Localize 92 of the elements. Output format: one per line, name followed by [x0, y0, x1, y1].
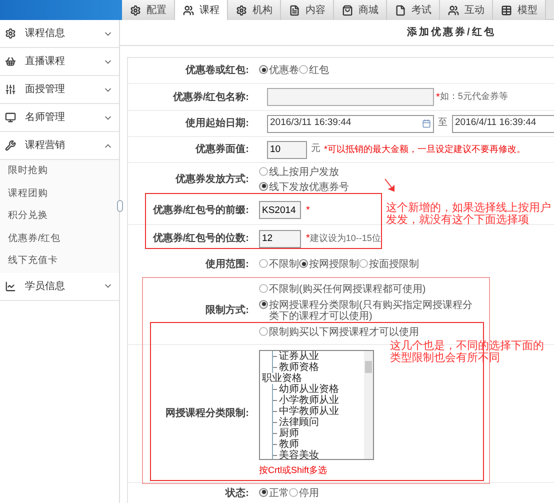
radio-label: 不限制	[269, 259, 299, 270]
radio-button[interactable]	[259, 300, 268, 308]
sidebar-item[interactable]: 线下充值卡	[0, 250, 119, 272]
required-mark: *	[436, 90, 440, 104]
radio-button[interactable]	[299, 65, 308, 74]
required-mark: *	[306, 204, 310, 218]
radio-label: 红包	[309, 65, 329, 76]
radio-button[interactable]	[259, 284, 268, 292]
field-label: 状态:	[226, 486, 249, 500]
calendar-icon	[422, 119, 431, 128]
list-option[interactable]: 法律顾问	[279, 416, 319, 428]
nav-tab[interactable]: 商城	[334, 0, 387, 20]
radio-label: 限制购买以下网授课程才可以使用	[269, 326, 419, 338]
file-icon	[394, 4, 406, 16]
field-label: 优惠券面值:	[196, 142, 249, 157]
list-option[interactable]: 中学教师从业	[279, 406, 339, 417]
list-option[interactable]: 幼师从业资格	[279, 384, 339, 395]
scrollbar[interactable]	[364, 350, 373, 459]
basket-icon	[5, 56, 16, 67]
radio-button[interactable]	[259, 182, 268, 190]
wrench-icon	[5, 140, 16, 151]
users-icon	[448, 4, 458, 16]
radio-button[interactable]	[259, 488, 268, 496]
gear-icon	[236, 4, 246, 16]
list-option[interactable]: 职业资格	[262, 372, 364, 384]
nav-tab[interactable]: 配置	[122, 0, 175, 20]
sliders-icon	[5, 84, 16, 95]
annotation-text: 这个新增的，如果选择线上按用户发发，就没有这个下面选择项	[386, 202, 552, 226]
radio-label: 优惠卷	[269, 65, 299, 76]
nav-tab[interactable]: 课程	[175, 0, 228, 20]
radio-label: 按网授限制	[309, 259, 359, 270]
required-mark: *	[306, 232, 310, 246]
sidebar-item[interactable]: 课程团购	[0, 182, 119, 205]
start-date-input[interactable]: 2016/3/11 16:39:44	[267, 114, 434, 132]
field-label: 使用起始日期:	[186, 116, 249, 131]
sidebar-item[interactable]: 限时抢购	[0, 160, 119, 182]
nav-tab[interactable]: 模型	[493, 0, 546, 20]
radio-label: 停用	[299, 488, 319, 498]
field-label: 网授课程分类限制:	[166, 406, 249, 421]
list-option[interactable]: 教师	[279, 438, 299, 450]
end-date-input[interactable]: 2016/4/11 16:39:44	[452, 114, 554, 132]
radio-label: 线下发放优惠券号	[269, 182, 349, 192]
warning-text: *可以抵销的最大金额，一旦设定建议不要再修改。	[324, 142, 526, 156]
document-icon	[288, 4, 300, 16]
monitor-icon	[5, 112, 16, 123]
gear-icon	[130, 4, 140, 16]
nav-tab[interactable]: 内容	[281, 0, 334, 20]
hint-text: 按Crtl或Shift多选	[259, 464, 328, 477]
radio-label: 按面授限制	[369, 259, 419, 270]
gear-icon	[5, 28, 16, 39]
hint-text: 如：5元代金券等	[440, 90, 508, 104]
sidebar-item[interactable]: 积分兑换	[0, 205, 119, 228]
field-label: 优惠券/红包名称:	[172, 90, 249, 104]
nav-tab[interactable]: 考试	[387, 0, 440, 20]
list-option[interactable]: 小学教师从业	[279, 394, 339, 406]
list-option[interactable]: 厨师	[279, 428, 299, 439]
sidebar-item[interactable]: 优惠券/红包	[0, 228, 119, 250]
users-icon	[182, 4, 194, 16]
list-option[interactable]: 证券从业	[279, 350, 319, 362]
radio-button[interactable]	[259, 166, 268, 176]
radio-label: 按网授课程分类限制(只有购买指定网授课程分类下的课程才可以使用)	[269, 300, 474, 322]
radio-button[interactable]	[299, 259, 308, 268]
field-label: 优惠券/红包号的位数:	[152, 232, 249, 246]
arrow-icon	[384, 178, 396, 192]
face-value-input[interactable]: 10	[267, 140, 307, 158]
radio-button[interactable]	[259, 326, 268, 336]
list-option[interactable]: 教师资格	[279, 362, 319, 373]
unit-text: 元	[311, 142, 321, 156]
radio-label: 不限制(购买任何网授课程都可使用)	[269, 284, 426, 294]
field-label: 优惠卷或红包:	[186, 64, 249, 78]
field-label: 限制方式:	[206, 303, 249, 318]
bag-icon	[342, 4, 352, 16]
radio-label: 正常	[269, 488, 289, 498]
field-label: 优惠券发放方式:	[176, 172, 249, 187]
separator-text: 至	[438, 116, 448, 130]
field-label: 使用范围:	[206, 258, 249, 272]
radio-button[interactable]	[259, 259, 268, 268]
page-title: 添加优惠券/红包	[407, 26, 496, 40]
radio-label: 线上按用户发放	[269, 166, 339, 178]
collapse-handle[interactable]	[117, 200, 123, 212]
digits-input[interactable]: 12	[259, 230, 301, 248]
table-icon	[500, 4, 512, 16]
radio-button[interactable]	[259, 65, 268, 74]
nav-tab[interactable]: 互动	[440, 0, 493, 20]
field-label: 优惠券/红包号的前缀:	[152, 204, 249, 218]
prefix-input[interactable]: KS2014	[259, 201, 301, 219]
name-input[interactable]	[267, 88, 434, 106]
hint-text: 建议设为10--15位	[310, 232, 381, 245]
chart-icon	[5, 280, 16, 292]
nav-tab[interactable]: 机构	[228, 0, 281, 20]
radio-button[interactable]	[359, 259, 368, 268]
radio-button[interactable]	[289, 488, 298, 496]
